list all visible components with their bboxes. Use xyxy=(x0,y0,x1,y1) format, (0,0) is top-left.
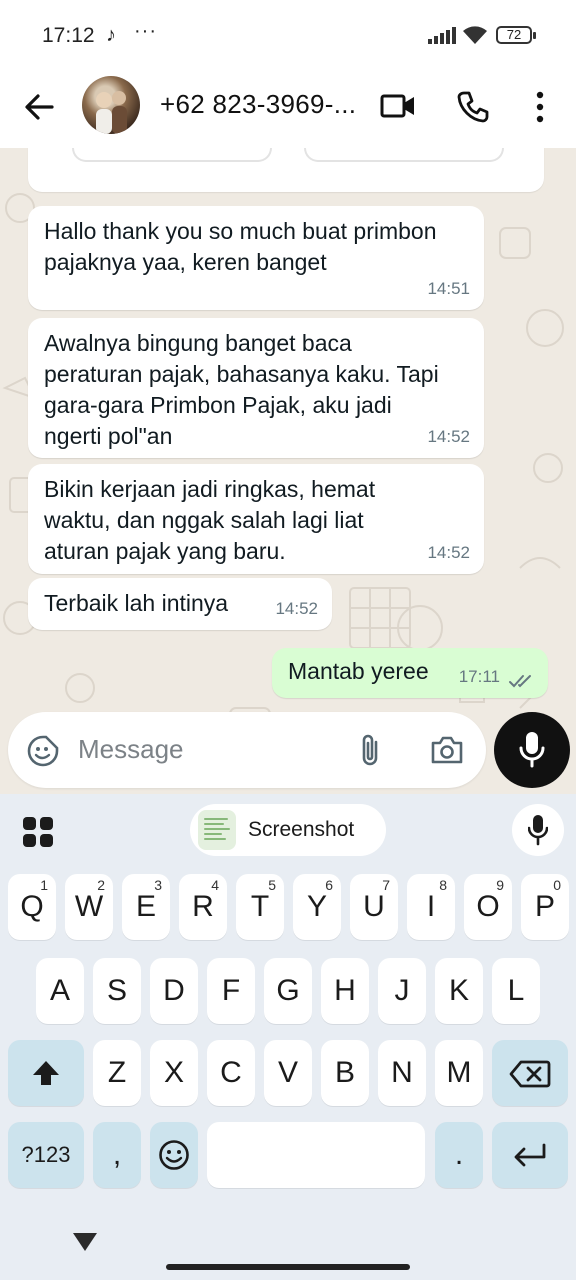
key-c[interactable]: C xyxy=(207,1040,255,1106)
message-bubble-incoming[interactable]: Awalnya bingung banget baca peraturan pa… xyxy=(28,318,484,458)
more-notifications-icon: ··· xyxy=(134,20,157,42)
key-s[interactable]: S xyxy=(93,958,141,1024)
status-bar: 17:12 ♪ ··· 72 xyxy=(0,0,576,72)
key-q[interactable]: Q1 xyxy=(8,874,56,940)
key-a[interactable]: A xyxy=(36,958,84,1024)
keyboard-toolbar: Screenshot xyxy=(0,794,576,866)
chip-label: Screenshot xyxy=(248,818,355,841)
message-bubble-incoming[interactable]: Terbaik lah intinya 14:52 xyxy=(28,578,332,630)
home-gesture-bar[interactable] xyxy=(166,1264,410,1270)
message-input[interactable]: Message xyxy=(78,734,184,765)
key-r[interactable]: R4 xyxy=(179,874,227,940)
apps-grid-icon[interactable] xyxy=(22,816,54,848)
comma-key[interactable]: , xyxy=(93,1122,141,1188)
video-call-icon[interactable] xyxy=(380,90,416,122)
mic-icon xyxy=(519,732,545,768)
card-button-right[interactable] xyxy=(304,148,504,162)
space-key[interactable] xyxy=(207,1122,425,1188)
nav-back-icon[interactable] xyxy=(72,1232,98,1252)
key-b[interactable]: B xyxy=(321,1040,369,1106)
attach-icon[interactable] xyxy=(356,732,384,768)
wifi-icon xyxy=(463,26,487,44)
key-n[interactable]: N xyxy=(378,1040,426,1106)
key-o[interactable]: O9 xyxy=(464,874,512,940)
chat-header: +62 823-3969-... xyxy=(0,72,576,148)
key-g[interactable]: G xyxy=(264,958,312,1024)
voice-typing-button[interactable] xyxy=(512,804,564,856)
read-ticks-icon xyxy=(509,675,531,688)
contact-avatar[interactable] xyxy=(82,76,140,134)
message-time: 14:52 xyxy=(427,427,470,446)
more-vert-icon[interactable] xyxy=(532,90,548,124)
key-t[interactable]: T5 xyxy=(236,874,284,940)
emoji-key[interactable] xyxy=(150,1122,198,1188)
screenshot-thumbnail xyxy=(198,810,236,850)
key-p[interactable]: P0 xyxy=(521,874,569,940)
shift-icon xyxy=(33,1061,59,1085)
message-text: Bikin kerjaan jadi ringkas, hemat waktu,… xyxy=(44,476,376,564)
key-u[interactable]: U7 xyxy=(350,874,398,940)
message-time: 14:51 xyxy=(427,279,470,298)
keyboard: Screenshot Q1 W2 E3 R4 T5 Y6 U7 I8 O9 P0… xyxy=(0,794,576,1280)
key-x[interactable]: X xyxy=(150,1040,198,1106)
key-z[interactable]: Z xyxy=(93,1040,141,1106)
emoji-sticker-icon[interactable] xyxy=(26,734,60,768)
symbols-key[interactable]: ?123 xyxy=(8,1122,84,1188)
message-time: 17:11 xyxy=(458,667,500,686)
camera-icon[interactable] xyxy=(430,734,464,766)
key-m[interactable]: M xyxy=(435,1040,483,1106)
status-time: 17:12 xyxy=(42,24,95,47)
signal-icon xyxy=(428,27,456,44)
period-key[interactable]: . xyxy=(435,1122,483,1188)
key-k[interactable]: K xyxy=(435,958,483,1024)
backspace-icon xyxy=(509,1060,551,1088)
message-bubble-outgoing[interactable]: Mantab yeree 17:11 xyxy=(272,648,548,698)
info-card xyxy=(28,148,544,192)
key-y[interactable]: Y6 xyxy=(293,874,341,940)
enter-key[interactable] xyxy=(492,1122,568,1188)
card-button-left[interactable] xyxy=(72,148,272,162)
key-h[interactable]: H xyxy=(321,958,369,1024)
key-f[interactable]: F xyxy=(207,958,255,1024)
backspace-key[interactable] xyxy=(492,1040,568,1106)
contact-name[interactable]: +62 823-3969-... xyxy=(160,89,356,120)
chat-area[interactable]: Hallo thank you so much buat primbon paj… xyxy=(0,148,576,794)
message-composer[interactable]: Message xyxy=(8,712,486,788)
message-time: 14:52 xyxy=(427,543,470,562)
message-bubble-incoming[interactable]: Bikin kerjaan jadi ringkas, hemat waktu,… xyxy=(28,464,484,574)
enter-icon xyxy=(514,1143,546,1167)
message-time: 14:52 xyxy=(275,599,318,618)
message-text: Hallo thank you so much buat primbon paj… xyxy=(44,218,437,275)
voice-record-button[interactable] xyxy=(494,712,570,788)
key-w[interactable]: W2 xyxy=(65,874,113,940)
key-l[interactable]: L xyxy=(492,958,540,1024)
key-d[interactable]: D xyxy=(150,958,198,1024)
tiktok-notification-icon: ♪ xyxy=(106,24,116,46)
phone-icon[interactable] xyxy=(456,90,490,124)
emoji-icon xyxy=(159,1140,189,1170)
clipboard-suggestion-chip[interactable]: Screenshot xyxy=(190,804,386,856)
message-bubble-incoming[interactable]: Hallo thank you so much buat primbon paj… xyxy=(28,206,484,310)
back-arrow-icon[interactable] xyxy=(22,90,56,124)
key-i[interactable]: I8 xyxy=(407,874,455,940)
key-v[interactable]: V xyxy=(264,1040,312,1106)
battery-icon: 72 xyxy=(496,26,536,44)
mic-icon xyxy=(528,815,548,846)
key-j[interactable]: J xyxy=(378,958,426,1024)
message-text: Awalnya bingung banget baca peraturan pa… xyxy=(44,330,439,449)
key-e[interactable]: E3 xyxy=(122,874,170,940)
shift-key[interactable] xyxy=(8,1040,84,1106)
